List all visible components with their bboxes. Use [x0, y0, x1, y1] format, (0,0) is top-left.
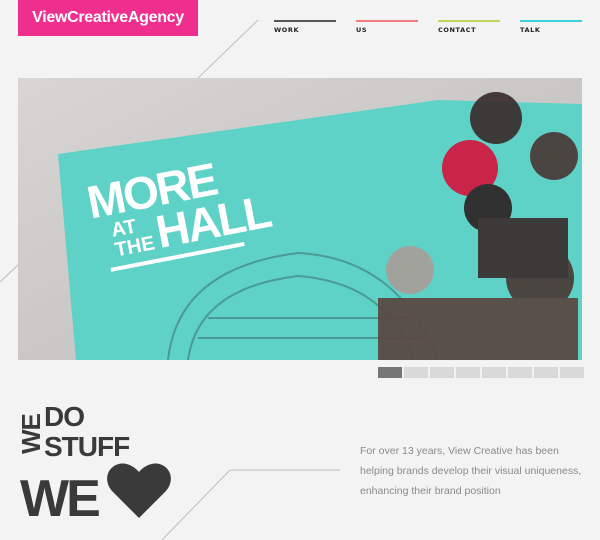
nav-item-label: WORK [274, 26, 300, 34]
tagline-we-rotated: WE [18, 413, 46, 454]
slide-dot-4[interactable] [456, 367, 480, 378]
slide-dot-3[interactable] [430, 367, 454, 378]
slide-dot-5[interactable] [482, 367, 506, 378]
tagline-do: DO [44, 401, 84, 432]
logo-text: ViewCreativeAgency [32, 9, 184, 26]
logo[interactable]: ViewCreativeAgency [18, 0, 198, 36]
nav-item-talk[interactable]: TALK [520, 20, 582, 34]
slide-dot-8[interactable] [560, 367, 584, 378]
nav-item-label: US [356, 26, 368, 34]
nav-item-label: CONTACT [438, 26, 477, 34]
slideshow-pager [378, 367, 584, 378]
tagline: WE DO STUFF WE [16, 400, 178, 528]
heart-icon [107, 463, 171, 518]
nav-item-us[interactable]: US [356, 20, 418, 34]
nav-item-label: TALK [520, 26, 541, 34]
nav-item-work[interactable]: WORK [274, 20, 336, 34]
tagline-stuff: STUFF [44, 431, 130, 462]
tagline-we: WE [20, 470, 99, 525]
intro-text: For over 13 years, View Creative has bee… [360, 445, 582, 497]
slide-dot-7[interactable] [534, 367, 558, 378]
main-nav: WORK US CONTACT TALK [274, 20, 584, 40]
slide-dot-6[interactable] [508, 367, 532, 378]
slide-dot-2[interactable] [404, 367, 428, 378]
hero-image: MORE AT THE HALL [18, 78, 582, 360]
hero-slideshow[interactable]: MORE AT THE HALL [18, 78, 582, 360]
nav-item-contact[interactable]: CONTACT [438, 20, 500, 34]
slide-dot-1[interactable] [378, 367, 402, 378]
